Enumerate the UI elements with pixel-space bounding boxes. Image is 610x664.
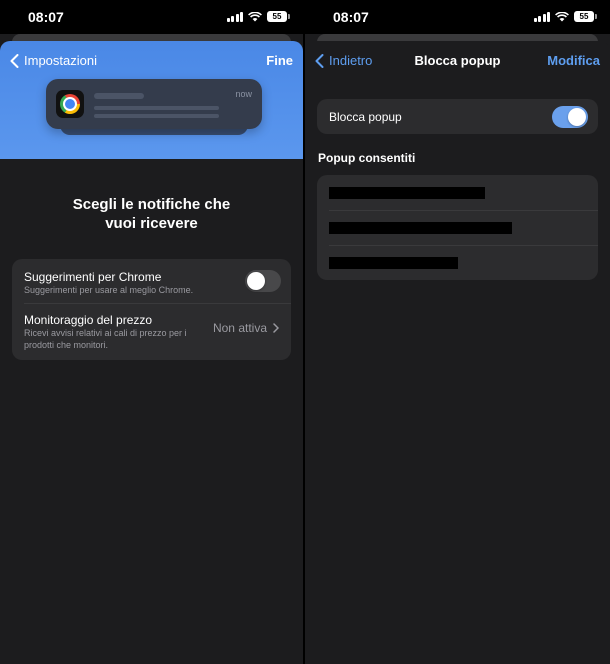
chrome-tips-title: Suggerimenti per Chrome xyxy=(24,270,162,284)
notification-options-list: Suggerimenti per Chrome Suggerimenti per… xyxy=(12,259,291,360)
chrome-tips-row[interactable]: Suggerimenti per Chrome Suggerimenti per… xyxy=(12,259,291,303)
chevron-left-icon xyxy=(10,53,19,68)
wifi-icon xyxy=(555,11,569,22)
status-icons: 55 xyxy=(533,11,597,22)
block-popup-toggle[interactable] xyxy=(552,106,588,128)
notification-settings-screen: 08:07 55 Impostazioni Fine now Scegli le… xyxy=(0,0,303,664)
popup-sheet: Indietro Blocca popup Modifica Blocca po… xyxy=(305,41,610,664)
edit-button[interactable]: Modifica xyxy=(547,53,600,68)
list-item[interactable] xyxy=(317,245,598,280)
allowed-popups-list xyxy=(317,175,598,280)
price-tracking-subtitle: Ricevi avvisi relativi ai cali di prezzo… xyxy=(24,328,187,350)
battery-icon: 55 xyxy=(267,11,290,22)
chrome-icon xyxy=(56,90,84,118)
price-tracking-value[interactable]: Non attiva xyxy=(213,321,279,335)
status-bar: 08:07 55 xyxy=(0,0,303,34)
signal-icon xyxy=(533,11,550,22)
block-popup-label: Blocca popup xyxy=(329,110,402,124)
price-tracking-row[interactable]: Monitoraggio del prezzo Ricevi avvisi re… xyxy=(12,303,291,360)
hero-banner: Impostazioni Fine now xyxy=(0,41,303,159)
back-label: Impostazioni xyxy=(24,53,97,68)
chevron-right-icon xyxy=(273,323,279,333)
done-button[interactable]: Fine xyxy=(266,53,293,68)
status-time: 08:07 xyxy=(28,9,64,25)
popup-blocker-screen: 08:07 55 Indietro Blocca popup Modifica … xyxy=(305,0,610,664)
status-time: 08:07 xyxy=(333,9,369,25)
placeholder-title xyxy=(94,93,144,99)
block-popup-row[interactable]: Blocca popup xyxy=(317,99,598,134)
chrome-tips-toggle[interactable] xyxy=(245,270,281,292)
list-item[interactable] xyxy=(317,175,598,210)
wifi-icon xyxy=(248,11,262,22)
notification-sheet: Impostazioni Fine now Scegli le notifich… xyxy=(0,41,303,664)
list-item[interactable] xyxy=(317,210,598,245)
signal-icon xyxy=(226,11,243,22)
page-title: Scegli le notifiche che vuoi ricevere xyxy=(72,196,231,232)
price-tracking-title: Monitoraggio del prezzo xyxy=(24,313,153,327)
redacted-site xyxy=(329,257,458,269)
battery-icon: 55 xyxy=(574,11,597,22)
notification-preview: now xyxy=(46,79,262,129)
placeholder-line xyxy=(94,114,219,118)
block-popup-group: Blocca popup xyxy=(317,99,598,134)
allowed-popups-header: Popup consentiti xyxy=(318,151,416,165)
chrome-tips-subtitle: Suggerimenti per usare al meglio Chrome. xyxy=(24,285,194,295)
back-button[interactable]: Impostazioni xyxy=(10,53,97,68)
redacted-site xyxy=(329,222,512,234)
redacted-site xyxy=(329,187,485,199)
price-tracking-status: Non attiva xyxy=(212,321,267,335)
placeholder-line xyxy=(94,106,219,110)
status-bar: 08:07 55 xyxy=(305,0,610,34)
notification-time: now xyxy=(235,89,252,99)
status-icons: 55 xyxy=(226,11,290,22)
